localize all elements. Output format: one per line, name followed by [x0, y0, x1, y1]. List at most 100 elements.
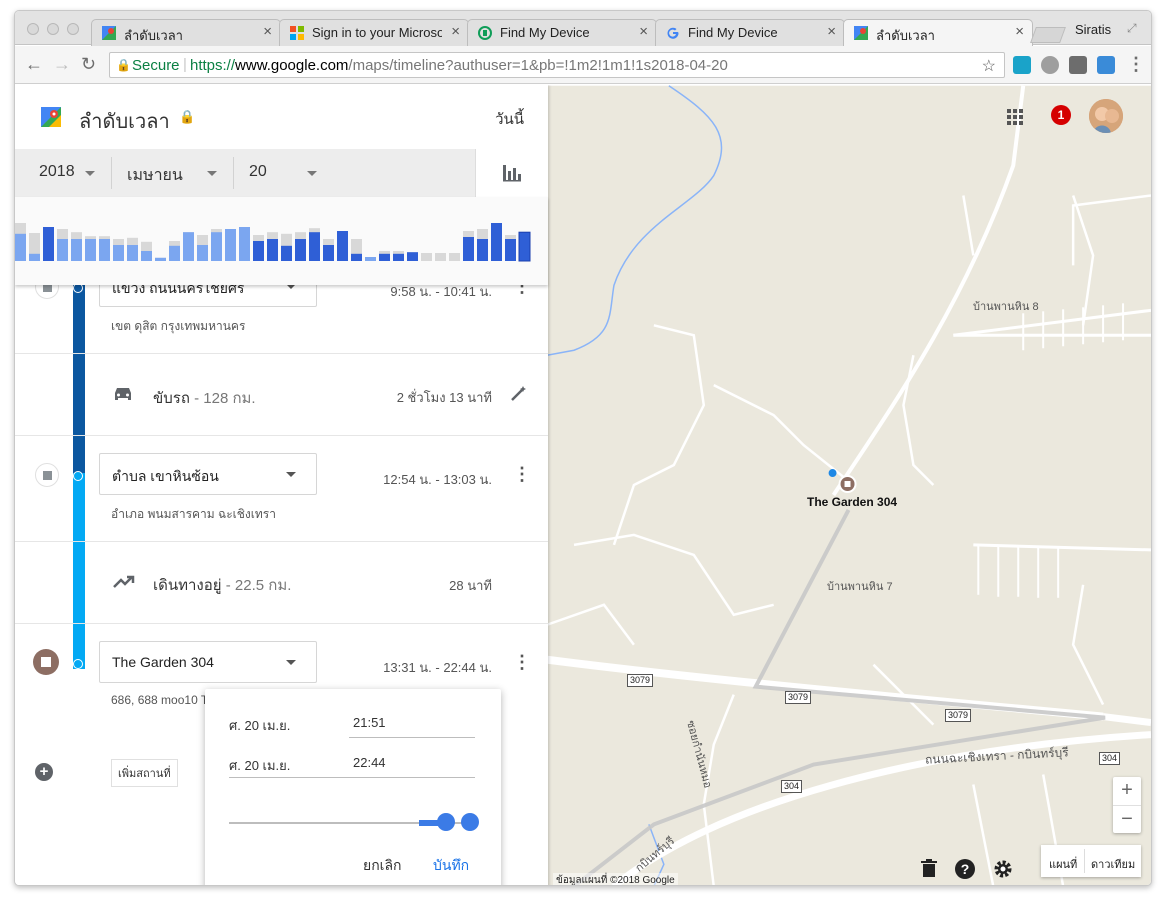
- close-tab-icon[interactable]: ×: [1015, 23, 1024, 40]
- tab-find-my-device-2[interactable]: Find My Device ×: [655, 19, 845, 46]
- slider-end-handle[interactable]: [461, 813, 479, 831]
- fullscreen-icon[interactable]: ⤢: [1127, 21, 1137, 36]
- google-maps-icon[interactable]: [41, 107, 61, 127]
- profile-name[interactable]: Siratis: [1075, 22, 1111, 37]
- map-type-map[interactable]: แผนที่: [1049, 855, 1077, 873]
- histogram-bar[interactable]: [379, 253, 390, 261]
- month-select[interactable]: เมษายน: [127, 163, 183, 188]
- year-select[interactable]: 2018: [39, 163, 75, 181]
- histogram-bar[interactable]: [155, 257, 166, 261]
- stats-button[interactable]: [475, 149, 548, 197]
- end-date[interactable]: ศ. 20 เม.ย.: [229, 755, 290, 776]
- extension-plus-icon[interactable]: [1097, 56, 1115, 74]
- close-tab-icon[interactable]: ×: [263, 23, 272, 40]
- histogram-bar[interactable]: [295, 239, 306, 261]
- map-place-label[interactable]: The Garden 304: [807, 495, 897, 509]
- reload-icon[interactable]: ↻: [81, 54, 96, 75]
- minimize-window-button[interactable]: [47, 23, 59, 35]
- start-time[interactable]: 21:51: [353, 715, 386, 730]
- histogram-bar[interactable]: [351, 253, 362, 261]
- zoom-in-button[interactable]: +: [1113, 777, 1141, 805]
- map-type-satellite[interactable]: ดาวเทียม: [1091, 855, 1135, 873]
- chrome-menu-icon[interactable]: ⋮: [1127, 54, 1145, 75]
- tab-timeline-active[interactable]: ลำดับเวลา ×: [843, 19, 1033, 46]
- histogram-bar[interactable]: [337, 231, 348, 261]
- today-button[interactable]: วันนี้: [495, 107, 524, 131]
- extension-icon-1[interactable]: [1013, 56, 1031, 74]
- add-place-button[interactable]: เพิ่มสถานที่: [111, 759, 178, 787]
- pocket-icon[interactable]: [1069, 56, 1087, 74]
- tab-timeline-1[interactable]: ลำดับเวลา ×: [91, 19, 281, 46]
- address-bar[interactable]: 🔒 Secure | https://www.google.com/maps/t…: [109, 52, 1005, 78]
- histogram-bar-bg[interactable]: [449, 253, 460, 261]
- histogram-bar[interactable]: [169, 245, 180, 261]
- tab-find-my-device-1[interactable]: Find My Device ×: [467, 19, 657, 46]
- close-tab-icon[interactable]: ×: [639, 23, 648, 40]
- histogram-bar[interactable]: [309, 232, 320, 261]
- histogram-bar[interactable]: [57, 239, 68, 261]
- histogram-bar-bg[interactable]: [421, 253, 432, 261]
- more-vert-icon[interactable]: ⋮: [513, 653, 531, 671]
- histogram-bar[interactable]: [113, 245, 124, 261]
- tab-label: Find My Device: [688, 25, 778, 40]
- back-arrow-icon[interactable]: ←: [25, 54, 43, 75]
- histogram-bar[interactable]: [393, 253, 404, 261]
- save-button[interactable]: บันทึก: [433, 855, 469, 877]
- extension-icon-2[interactable]: [1041, 56, 1059, 74]
- add-circle-icon[interactable]: +: [35, 763, 53, 781]
- apps-grid-icon[interactable]: [1007, 109, 1023, 125]
- cancel-button[interactable]: ยกเลิก: [363, 855, 402, 877]
- place-marker-square: [844, 481, 851, 487]
- histogram-bar[interactable]: [141, 251, 152, 261]
- day-select[interactable]: 20: [249, 163, 267, 181]
- slider-start-handle[interactable]: [437, 813, 455, 831]
- histogram-bar[interactable]: [463, 237, 474, 261]
- histogram-bar[interactable]: [253, 241, 264, 261]
- activity-histogram[interactable]: [15, 197, 548, 285]
- histogram-bar[interactable]: [505, 239, 516, 261]
- histogram-bar-bg[interactable]: [435, 253, 446, 261]
- forward-arrow-icon[interactable]: →: [53, 54, 71, 75]
- start-date[interactable]: ศ. 20 เม.ย.: [229, 715, 290, 736]
- histogram-bar[interactable]: [239, 227, 250, 261]
- end-time[interactable]: 22:44: [353, 755, 386, 770]
- histogram-bar[interactable]: [225, 229, 236, 261]
- histogram-bar[interactable]: [85, 239, 96, 261]
- histogram-bar[interactable]: [365, 257, 376, 261]
- close-tab-icon[interactable]: ×: [827, 23, 836, 40]
- help-icon[interactable]: ?: [955, 859, 975, 879]
- avatar[interactable]: [1089, 99, 1123, 133]
- histogram-bar[interactable]: [519, 232, 530, 261]
- histogram-bar[interactable]: [71, 239, 82, 261]
- histogram-bar[interactable]: [267, 239, 278, 261]
- histogram-bar[interactable]: [211, 232, 222, 261]
- more-vert-icon[interactable]: ⋮: [513, 465, 531, 483]
- new-tab-button[interactable]: [1030, 27, 1066, 43]
- histogram-chart[interactable]: [15, 197, 548, 285]
- histogram-bar[interactable]: [491, 223, 502, 261]
- histogram-bar[interactable]: [407, 252, 418, 261]
- histogram-bar[interactable]: [99, 239, 110, 261]
- edit-magic-icon[interactable]: [511, 385, 527, 401]
- histogram-bar[interactable]: [197, 245, 208, 261]
- tab-microsoft-signin[interactable]: Sign in to your Microsoft ×: [279, 19, 469, 46]
- notification-badge[interactable]: 1: [1051, 105, 1071, 125]
- zoom-out-button[interactable]: −: [1113, 805, 1141, 833]
- close-tab-icon[interactable]: ×: [451, 23, 460, 40]
- histogram-bar[interactable]: [183, 232, 194, 261]
- close-window-button[interactable]: [27, 23, 39, 35]
- trash-icon[interactable]: [921, 859, 937, 877]
- settings-gear-icon[interactable]: [993, 859, 1013, 879]
- histogram-bar[interactable]: [281, 245, 292, 261]
- histogram-bar[interactable]: [15, 233, 26, 261]
- histogram-bar[interactable]: [29, 253, 40, 261]
- place-selector[interactable]: ตำบล เขาหินซ้อน: [99, 453, 317, 495]
- histogram-bar[interactable]: [477, 239, 488, 261]
- histogram-bar[interactable]: [323, 245, 334, 261]
- maximize-window-button[interactable]: [67, 23, 79, 35]
- route-shield: 304: [781, 780, 803, 793]
- bookmark-star-icon[interactable]: ☆: [982, 56, 996, 76]
- place-selector[interactable]: The Garden 304: [99, 641, 317, 683]
- histogram-bar[interactable]: [43, 227, 54, 261]
- histogram-bar[interactable]: [127, 245, 138, 261]
